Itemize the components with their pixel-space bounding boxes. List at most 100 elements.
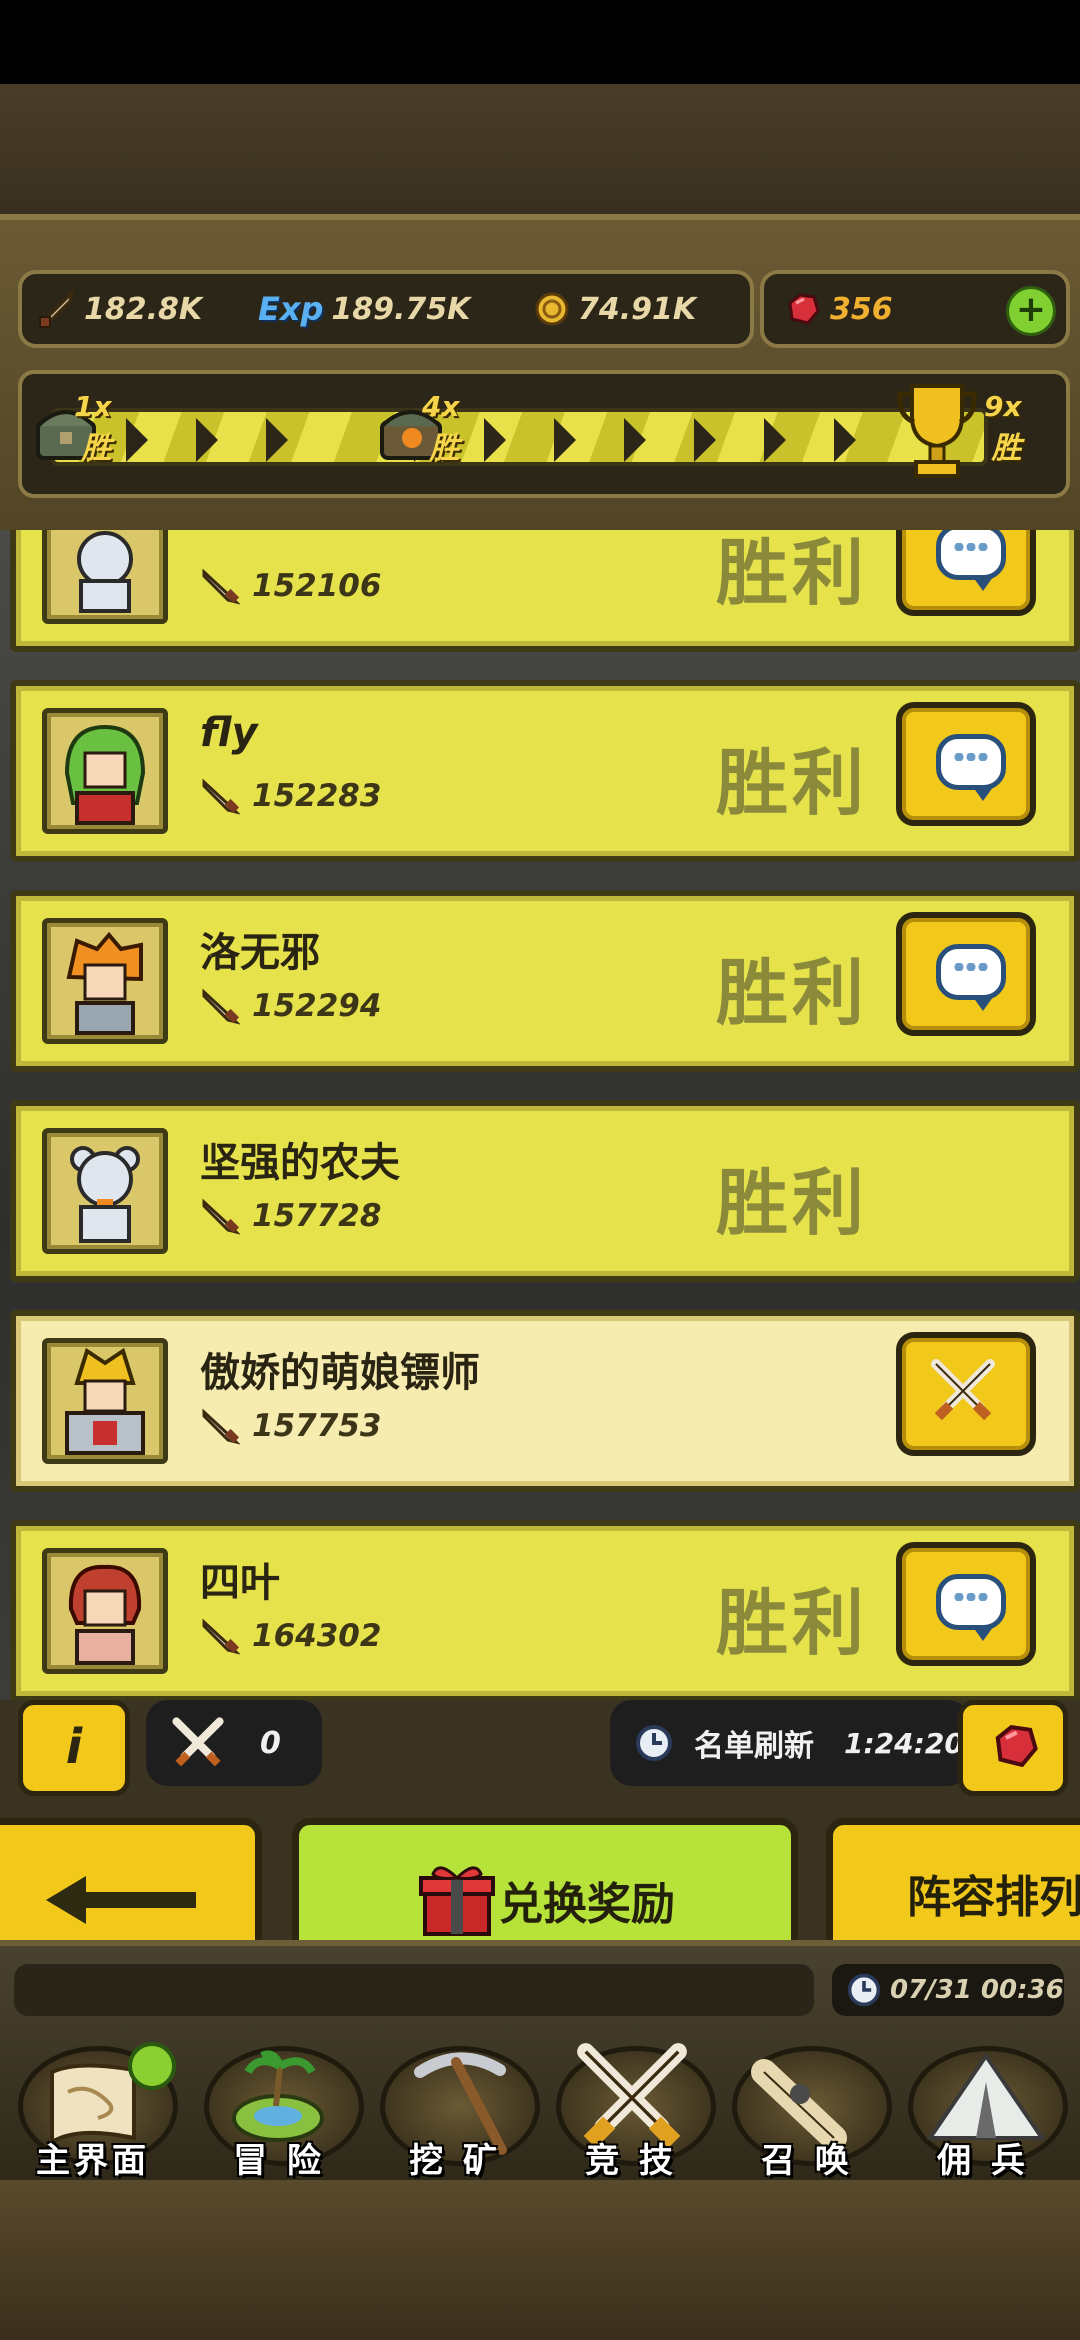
chat-button[interactable]	[896, 530, 1036, 616]
power-value: 182.8K	[84, 291, 203, 327]
sword-icon	[202, 778, 240, 815]
main-navigation: 07/31 00:36 主界面 冒 险 挖 矿 竞 技 召 唤 佣 兵	[0, 1940, 1080, 2186]
sword-icon	[202, 1408, 240, 1445]
opponent-list[interactable]: 152106 胜利 fly 152283 胜利 洛无邪 152294 胜利 坚强…	[0, 530, 1080, 1700]
avatar	[42, 1338, 168, 1464]
system-status-bar	[0, 0, 1080, 84]
add-gems-button[interactable]: +	[1006, 286, 1056, 336]
opponent-row[interactable]: fly 152283 胜利	[10, 680, 1080, 862]
milestone-2-label: 胜	[429, 431, 460, 466]
result-victory: 胜利	[716, 531, 869, 615]
map-background-bottom	[0, 2180, 1080, 2340]
result-victory: 胜利	[716, 951, 869, 1035]
notification-dot	[128, 2042, 176, 2090]
tab-label: 挖 矿	[409, 2141, 501, 2181]
red-hair-hero-avatar-icon	[68, 1564, 142, 1665]
milestone-3: 9x 胜	[984, 390, 1022, 467]
avatar	[42, 708, 168, 834]
opponent-power: 152106	[200, 566, 381, 606]
refresh-timer: 名单刷新 1:24:20	[610, 1700, 970, 1786]
exp-icon: Exp	[258, 290, 324, 328]
challenge-button[interactable]	[896, 1332, 1036, 1456]
opponent-power-value: 164302	[252, 1618, 382, 1654]
tab-arena[interactable]: 竞 技	[546, 2036, 716, 2186]
tab-main[interactable]: 主界面	[8, 2036, 178, 2186]
coin-icon	[535, 292, 569, 326]
opponent-power-value: 152283	[252, 778, 382, 814]
result-victory: 胜利	[716, 1581, 869, 1665]
chevron-right-icon	[694, 418, 716, 462]
armored-knight-avatar-icon	[65, 1347, 145, 1455]
milestone-1: 1x 胜	[74, 390, 112, 467]
chat-icon	[936, 1574, 1006, 1641]
clock-icon	[636, 1725, 672, 1761]
gem-value: 356	[830, 291, 893, 327]
crossed-swords-icon	[931, 1359, 995, 1421]
clock-icon	[847, 1973, 881, 2007]
opponent-power: 157753	[200, 1406, 381, 1446]
exp-value: 189.75K	[331, 291, 471, 327]
tab-label: 主界面	[36, 2141, 150, 2181]
tab-adventure[interactable]: 冒 险	[194, 2036, 364, 2186]
sword-icon	[202, 1618, 240, 1655]
tab-summon[interactable]: 召 唤	[722, 2036, 892, 2186]
opponent-power: 152283	[200, 776, 381, 816]
chevron-right-icon	[834, 418, 856, 462]
clock-display: 07/31 00:36	[832, 1964, 1064, 2016]
tab-label: 竞 技	[585, 2141, 677, 2181]
info-button[interactable]: i	[18, 1700, 130, 1796]
orange-hair-hero-avatar-icon	[66, 931, 143, 1035]
chevron-right-icon	[266, 418, 288, 462]
notice-bar	[14, 1964, 814, 2016]
map-background-top	[0, 84, 1080, 214]
trophy-icon	[897, 384, 977, 478]
ruby-icon	[995, 1724, 1038, 1768]
tab-mining[interactable]: 挖 矿	[370, 2036, 540, 2186]
opponent-power-value: 152106	[252, 568, 382, 604]
avatar	[42, 530, 168, 624]
attempts-counter: 0	[146, 1700, 322, 1786]
opponent-name: 四叶	[200, 1560, 280, 1606]
avatar	[42, 918, 168, 1044]
result-victory: 胜利	[716, 741, 869, 825]
ruby-icon	[788, 293, 820, 325]
milestone-2: 4x 胜	[422, 390, 460, 467]
opponent-row[interactable]: 坚强的农夫 157728 胜利	[10, 1100, 1080, 1282]
opponent-row[interactable]: 152106 胜利	[10, 530, 1080, 652]
gem-bar: 356 +	[760, 270, 1070, 348]
chat-button[interactable]	[896, 912, 1036, 1036]
tab-mercenary[interactable]: 佣 兵	[898, 2036, 1068, 2186]
win-streak-progress: 1x 胜 4x 胜 9x 胜	[18, 370, 1070, 498]
result-victory: 胜利	[716, 1161, 869, 1245]
chat-button[interactable]	[896, 702, 1036, 826]
lineup-label: 阵容排列	[907, 1872, 1080, 1923]
arena-controls: i 0 名单刷新 1:24:20 兑换奖励 阵容排列	[0, 1700, 1080, 1982]
opponent-row[interactable]: 傲娇的萌娘镖师 157753	[10, 1310, 1080, 1492]
tab-label: 佣 兵	[937, 2141, 1029, 2181]
refresh-countdown: 1:24:20	[844, 1726, 964, 1760]
bear-avatar-icon	[70, 1146, 140, 1243]
opponent-name: 坚强的农夫	[200, 1140, 400, 1186]
opponent-power: 157728	[200, 1196, 381, 1236]
opponent-power-value: 157728	[252, 1198, 382, 1234]
opponent-power: 164302	[200, 1616, 381, 1656]
chevron-right-icon	[196, 418, 218, 462]
chevron-right-icon	[624, 418, 646, 462]
opponent-row[interactable]: 洛无邪 152294 胜利	[10, 890, 1080, 1072]
resource-bar: 182.8K Exp 189.75K 74.91K	[18, 270, 754, 348]
attempts-value: 0	[260, 1725, 281, 1761]
opponent-name: 洛无邪	[200, 930, 320, 976]
chevron-right-icon	[126, 418, 148, 462]
clock-value: 07/31 00:36	[890, 1975, 1064, 2005]
milestone-3-label: 胜	[991, 431, 1022, 466]
opponent-row[interactable]: 四叶 164302 胜利	[10, 1520, 1080, 1700]
chat-button[interactable]	[896, 1542, 1036, 1666]
opponent-name: fly	[200, 710, 258, 756]
resource-hud: 182.8K Exp 189.75K 74.91K 356 + 1x 胜 4x …	[0, 214, 1080, 536]
refresh-with-gem-button[interactable]	[958, 1700, 1068, 1796]
opponent-power-value: 157753	[252, 1408, 382, 1444]
sword-icon	[202, 1198, 240, 1235]
chevron-right-icon	[484, 418, 506, 462]
avatar	[42, 1128, 168, 1254]
milestone-2-mult: 4x	[422, 390, 460, 423]
